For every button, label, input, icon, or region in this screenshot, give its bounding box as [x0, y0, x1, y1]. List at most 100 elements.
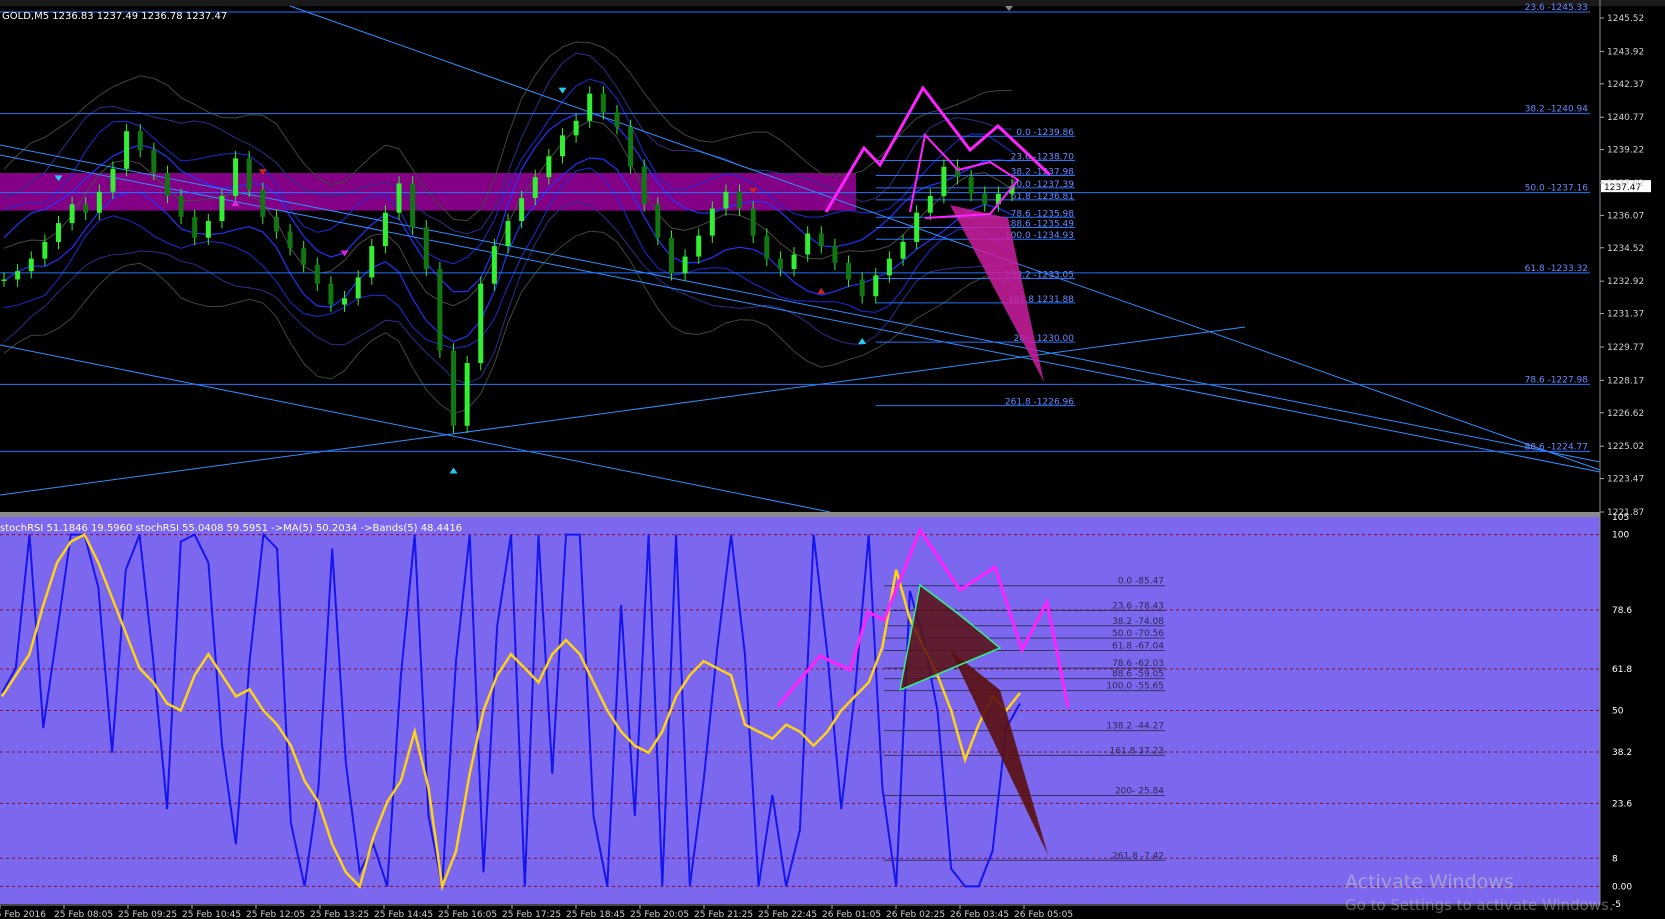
x-tick-label: 25 Feb 08:05: [54, 910, 113, 919]
fib-label: 261.8 -7.42: [1112, 851, 1164, 861]
y-tick-label: 0.00: [1612, 882, 1632, 892]
fib-label: 200- 25.84: [1115, 786, 1164, 796]
y-tick-label: 1240.77: [1607, 113, 1644, 123]
candle-body: [69, 204, 75, 224]
candle-body: [573, 120, 579, 136]
candle-body: [968, 177, 974, 194]
candle-body: [96, 191, 102, 213]
y-tick-label: 1228.17: [1607, 376, 1644, 386]
activation-watermark-text: Go to Settings to activate Windows.: [1345, 896, 1614, 914]
fib-label: 261.8 -1226.96: [1005, 398, 1074, 408]
pane-separator[interactable]: [0, 512, 1600, 517]
candle-body: [873, 275, 879, 297]
candle-body: [682, 256, 688, 274]
candle-body: [355, 277, 361, 299]
x-tick-label: 25 Feb 18:45: [566, 910, 625, 919]
x-tick-label: 25 Feb 14:45: [374, 910, 433, 919]
candle-body: [124, 131, 130, 169]
candle-body: [478, 283, 484, 364]
candle-body: [750, 208, 756, 236]
candle-body: [328, 283, 334, 305]
candle-body: [314, 264, 320, 284]
candle-body: [233, 158, 239, 196]
y-tick-label: 1234.52: [1607, 244, 1644, 254]
fib-label: 38.2 -74.08: [1112, 617, 1164, 627]
candle-body: [982, 193, 988, 205]
y-tick-label: 1243.92: [1607, 47, 1644, 57]
candle-body: [900, 241, 906, 259]
y-tick-label: 1237.62: [1607, 179, 1644, 189]
x-tick-label: 25 Feb 13:25: [310, 910, 369, 919]
candle-body: [818, 233, 824, 247]
y-tick-label: 1232.92: [1607, 277, 1644, 287]
candle-body: [764, 235, 770, 259]
candle-body: [941, 166, 947, 196]
level-label: 61.8 -1233.32: [1525, 264, 1588, 274]
candle-body: [246, 158, 252, 190]
y-tick-label: 8: [1612, 854, 1618, 864]
fib-label: 61.8 -1236.81: [1011, 192, 1074, 202]
candle-body: [451, 350, 457, 426]
candle-body: [83, 204, 89, 213]
fib-label: 23.6 -78.43: [1112, 601, 1164, 611]
candle-body: [464, 363, 470, 426]
candle-body: [668, 237, 674, 274]
candle-body: [546, 156, 552, 178]
candle-body: [777, 258, 783, 270]
candle-body: [382, 212, 388, 247]
x-tick-label: 26 Feb 01:05: [822, 910, 881, 919]
level-label: 88.6 -1224.77: [1525, 442, 1588, 452]
level-label: 78.6 -1227.98: [1525, 375, 1589, 385]
candle-body: [287, 231, 293, 249]
candle-body: [164, 172, 170, 196]
y-tick-label: 1245.52: [1607, 14, 1644, 24]
y-tick-label: 61.8: [1612, 665, 1632, 675]
candle-body: [369, 246, 375, 278]
candle-body: [260, 189, 266, 217]
fib-label: 78.6 -62.03: [1112, 659, 1164, 669]
fib-label: 88.6 -1235.49: [1011, 220, 1075, 230]
x-tick-label: 25 Feb 12:05: [246, 910, 305, 919]
candle-body: [491, 246, 497, 284]
level-label: 23.6 -1245.33: [1525, 3, 1588, 13]
candle-body: [519, 198, 525, 222]
trading-chart: 38.2 -1240.94 50.0 -1237.16 61.8 -1233.32 7…: [0, 0, 1665, 919]
y-tick-label: 23.6: [1612, 799, 1632, 809]
x-tick-label: 26 Feb 03:45: [950, 910, 1009, 919]
candle-body: [805, 233, 811, 255]
y-tick-label: 38.2: [1612, 748, 1632, 758]
x-tick-label: 25 Feb 16:05: [438, 910, 497, 919]
candle-body: [628, 127, 634, 167]
candle-body: [151, 150, 157, 173]
y-tick-label: 1231.37: [1607, 310, 1644, 320]
x-tick-label: 25 Feb 22:45: [758, 910, 817, 919]
candle-body: [600, 93, 606, 113]
x-tick-label: 25 Feb 21:25: [694, 910, 753, 919]
x-tick-label: 25 Feb 20:05: [630, 910, 689, 919]
candle-body: [1, 279, 7, 282]
x-tick-label: 25 Feb 17:25: [502, 910, 561, 919]
x-tick-label: 26 Feb 05:05: [1014, 910, 1073, 919]
y-tick-label: 1229.77: [1607, 343, 1644, 353]
activation-watermark-title: Activate Windows: [1345, 871, 1514, 893]
candle-body: [15, 271, 21, 280]
candle-body: [273, 216, 279, 232]
candle-body: [696, 235, 702, 257]
y-tick-label: 105: [1612, 513, 1629, 523]
candle-body: [192, 216, 198, 238]
candle-body: [42, 241, 48, 259]
fib-label: 138.2 -44.27: [1106, 722, 1164, 732]
candle-body: [178, 195, 184, 217]
fib-label: 61.8 -67.04: [1112, 642, 1164, 652]
candle-body: [846, 262, 852, 280]
candle-body: [927, 195, 933, 213]
candle-body: [110, 168, 116, 192]
level-label: 50.0 -1237.16: [1525, 184, 1589, 194]
y-tick-label: 1226.62: [1607, 409, 1644, 419]
fib-label: 161.8 37.23: [1110, 746, 1164, 756]
candle-body: [219, 195, 225, 222]
candle-body: [641, 166, 647, 205]
fib-label: 23.6 -1238.70: [1011, 152, 1075, 162]
candle-body: [737, 191, 743, 209]
chart-header: GOLD,M5 1236.83 1237.49 1236.78 1237.47: [2, 11, 227, 22]
